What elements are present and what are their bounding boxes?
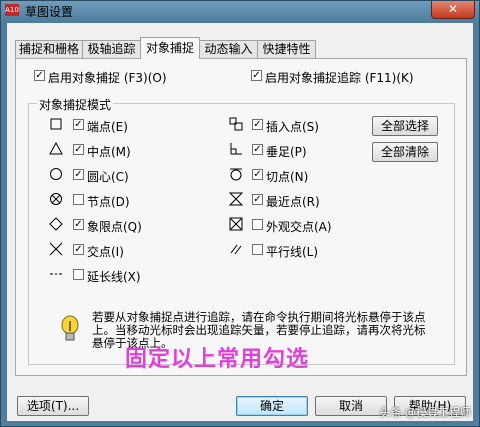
nearest-label: 最近点(R) (266, 195, 320, 209)
select-all-button[interactable]: 全部选择 (372, 116, 438, 136)
tangent-label: 切点(N) (266, 170, 309, 184)
overlay-annotation: 固定以上常用勾选 (125, 347, 310, 372)
enable-tracking-checkbox[interactable]: ✓ (251, 70, 262, 81)
tab-object-snap[interactable]: 对象捕捉 (140, 37, 200, 59)
intersection-x-icon (49, 242, 63, 256)
perpendicular-label: 垂足(P) (266, 145, 307, 159)
node-label: 节点(D) (87, 195, 130, 209)
parallel-icon (230, 244, 242, 255)
tab-dynamic-input[interactable]: 动态输入 (199, 40, 258, 58)
midpoint-triangle-icon (49, 142, 63, 155)
group-title: 对象捕捉模式 (37, 96, 114, 113)
midpoint-checkbox[interactable]: ✓ (73, 144, 84, 155)
tab-quick-properties[interactable]: 快捷特性 (257, 40, 316, 58)
quadrant-checkbox[interactable]: ✓ (73, 219, 84, 230)
close-button[interactable]: ✕ (431, 1, 475, 19)
apparent-intersection-label: 外观交点(A) (266, 220, 332, 234)
tab-panel: ✓ 启用对象捕捉 (F3)(O) ✓ 启用对象捕捉追踪 (F11)(K) 对象捕… (15, 58, 467, 376)
intersection-label: 交点(I) (87, 245, 124, 259)
ok-button[interactable]: 确定 (236, 396, 308, 416)
tab-snap-grid[interactable]: 捕捉和栅格 (15, 40, 83, 58)
midpoint-label: 中点(M) (87, 145, 131, 159)
endpoint-label: 端点(E) (87, 120, 128, 134)
title-bar[interactable]: A10 草图设置 ✕ (1, 1, 479, 21)
window-title: 草图设置 (25, 5, 74, 19)
clear-all-button[interactable]: 全部清除 (372, 142, 438, 162)
center-circle-icon (50, 168, 62, 180)
parallel-checkbox[interactable] (252, 244, 263, 255)
parallel-label: 平行线(L) (266, 245, 319, 259)
extension-label: 延长线(X) (87, 270, 141, 284)
intersection-checkbox[interactable]: ✓ (73, 244, 84, 255)
quadrant-label: 象限点(Q) (87, 220, 142, 234)
dialog-window: A10 草图设置 ✕ 捕捉和栅格 极轴追踪 对象捕捉 动态输入 快捷特性 ✓ 启… (0, 0, 480, 427)
perpendicular-icon (230, 143, 242, 155)
tangent-checkbox[interactable]: ✓ (252, 169, 263, 180)
apparent-intersection-checkbox[interactable] (252, 219, 263, 230)
center-checkbox[interactable]: ✓ (73, 169, 84, 180)
enable-osnap-label: 启用对象捕捉 (F3)(O) (48, 71, 167, 85)
nearest-hourglass-icon (229, 192, 243, 206)
lightbulb-icon (61, 315, 79, 341)
center-label: 圆心(C) (87, 170, 129, 184)
watermark: 头条 @模具工程师 (379, 406, 472, 419)
node-icon (50, 193, 62, 205)
endpoint-checkbox[interactable]: ✓ (73, 119, 84, 130)
node-checkbox[interactable] (73, 194, 84, 205)
quadrant-diamond-icon (49, 217, 63, 231)
tangent-icon (230, 168, 242, 181)
enable-tracking-label: 启用对象捕捉追踪 (F11)(K) (265, 71, 414, 85)
endpoint-square-icon (50, 118, 62, 130)
options-button[interactable]: 选项(T)... (17, 396, 89, 416)
nearest-checkbox[interactable]: ✓ (252, 194, 263, 205)
autocad-app-icon: A10 (5, 4, 19, 16)
insertion-checkbox[interactable]: ✓ (252, 119, 263, 130)
apparent-intersection-icon (229, 217, 243, 231)
extension-checkbox[interactable] (73, 269, 84, 280)
enable-osnap-checkbox[interactable]: ✓ (34, 70, 45, 81)
insertion-icon (229, 117, 243, 131)
cancel-button[interactable]: 取消 (315, 396, 387, 416)
dialog-client: 捕捉和栅格 极轴追踪 对象捕捉 动态输入 快捷特性 ✓ 启用对象捕捉 (F3)(… (7, 23, 473, 421)
perpendicular-checkbox[interactable]: ✓ (252, 144, 263, 155)
extension-icon (50, 273, 62, 275)
insertion-label: 插入点(S) (266, 120, 319, 134)
tab-polar-tracking[interactable]: 极轴追踪 (82, 40, 141, 58)
